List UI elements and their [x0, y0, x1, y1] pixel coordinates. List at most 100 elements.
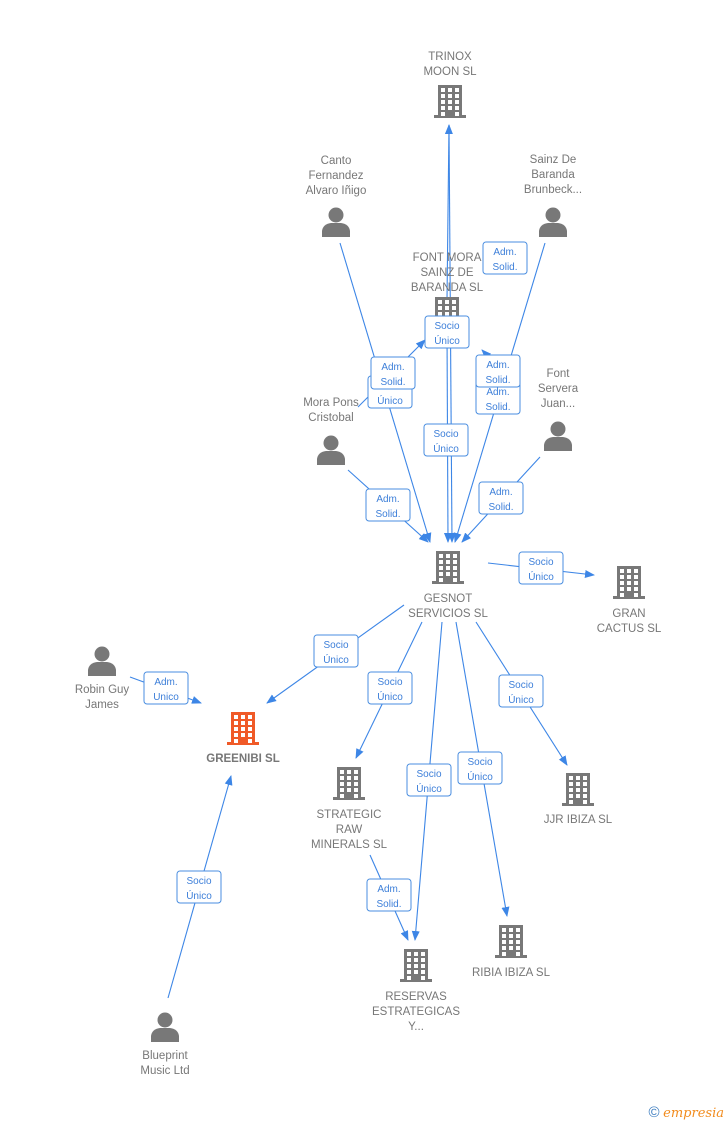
node-label: CACTUS SL: [597, 623, 662, 635]
edge-label[interactable]: Socio Único: [457, 751, 503, 785]
edge-label[interactable]: Socio Único: [176, 870, 222, 904]
edge-label[interactable]: Adm. Solid.: [370, 356, 416, 390]
node-label: Music Ltd: [140, 1065, 189, 1077]
node-gran[interactable]: GRAN CACTUS SL: [597, 566, 662, 635]
edge-label-text: Solid.: [488, 502, 513, 513]
edge-label-text: Único: [377, 690, 403, 703]
node-label: BARANDA SL: [411, 282, 484, 294]
brand-logo: empresia: [663, 1106, 724, 1121]
node-label: Y...: [408, 1021, 424, 1033]
node-label: Mora Pons: [303, 397, 359, 409]
node-reservas[interactable]: RESERVAS ESTRATEGICAS Y...: [372, 949, 460, 1033]
edge-label-text: Socio: [416, 769, 441, 780]
edge-label-text: Único: [186, 889, 212, 902]
person-icon: [539, 207, 567, 237]
node-label: JJR IBIZA SL: [544, 814, 613, 826]
edge-label[interactable]: Socio Único: [423, 423, 469, 457]
building-icon: [227, 712, 259, 745]
node-label: Servera: [538, 383, 579, 395]
edge-label-text: Único: [323, 653, 349, 666]
building-icon: [400, 949, 432, 982]
node-label: Blueprint: [142, 1050, 188, 1062]
edge-label-text: Unico: [153, 692, 179, 703]
node-label: STRATEGIC: [317, 809, 382, 821]
node-trinox[interactable]: TRINOX MOON SL: [423, 51, 477, 118]
node-jjr[interactable]: JJR IBIZA SL: [544, 773, 613, 826]
edge-label-text: Único: [467, 770, 493, 783]
edge-label[interactable]: Adm. Solid.: [365, 488, 411, 522]
node-label: GREENIBI SL: [206, 753, 279, 765]
node-label: MINERALS SL: [311, 839, 388, 851]
node-strategic[interactable]: STRATEGIC RAW MINERALS SL: [311, 767, 388, 851]
node-label: FONT MORA: [413, 252, 482, 264]
node-ribia[interactable]: RIBIA IBIZA SL: [472, 925, 551, 979]
node-label: RIBIA IBIZA SL: [472, 967, 551, 979]
node-label: James: [85, 699, 119, 711]
node-sainz[interactable]: Sainz De Baranda Brunbeck...: [524, 154, 582, 237]
building-icon: [495, 925, 527, 958]
edge-label-text: Socio: [467, 757, 492, 768]
edge-label-text: Adm.: [154, 677, 177, 688]
edge-label-text: Solid.: [380, 377, 405, 388]
node-label: SAINZ DE: [420, 267, 473, 279]
edge-label-text: Único: [416, 782, 442, 795]
node-label: SERVICIOS SL: [408, 608, 488, 620]
edge-label[interactable]: Adm. Solid.: [482, 241, 528, 275]
edge-label[interactable]: Socio Único: [498, 674, 544, 708]
edge-label-text: Socio: [528, 557, 553, 568]
node-label: MOON SL: [423, 66, 477, 78]
building-icon: [434, 85, 466, 118]
edge-label[interactable]: Socio Único: [367, 671, 413, 705]
node-label: Alvaro Iñigo: [306, 185, 367, 197]
node-label: Brunbeck...: [524, 184, 582, 196]
edge-label[interactable]: Adm. Solid.: [366, 878, 412, 912]
edge-label[interactable]: Adm. Solid.: [478, 481, 524, 515]
person-icon: [322, 207, 350, 237]
node-robin[interactable]: Robin Guy James: [75, 646, 130, 712]
person-icon: [544, 421, 572, 451]
building-icon: [333, 767, 365, 800]
node-fontservera[interactable]: Font Servera Juan...: [538, 368, 579, 451]
node-label: TRINOX: [428, 51, 472, 63]
building-icon: [613, 566, 645, 599]
footer-brand: © empresia: [648, 1104, 724, 1121]
edge-label-text: Socio: [508, 680, 533, 691]
edge-label-text: Adm.: [493, 247, 516, 258]
node-canto[interactable]: Canto Fernandez Alvaro Iñigo: [306, 155, 367, 237]
building-icon: [562, 773, 594, 806]
node-label: Font: [546, 368, 570, 380]
node-label: Baranda: [531, 169, 575, 181]
node-greenibi[interactable]: GREENIBI SL: [206, 712, 280, 765]
edge-label-text: Solid.: [375, 509, 400, 520]
edge-label-text: Único: [508, 693, 534, 706]
edge-label[interactable]: Socio Único: [518, 551, 564, 585]
edge-label-text: Adm.: [489, 487, 512, 498]
node-label: Cristobal: [308, 412, 353, 424]
node-label: ESTRATEGICAS: [372, 1006, 460, 1018]
node-label: Robin Guy: [75, 684, 130, 696]
edge-label-text: Solid.: [485, 402, 510, 413]
edge-label-text: Adm.: [486, 360, 509, 371]
edge-label-text: Solid.: [492, 262, 517, 273]
person-icon: [88, 646, 116, 676]
edge-label-text: Único: [528, 570, 554, 583]
edge-label-text: Adm.: [381, 362, 404, 373]
edge-label-text: Adm.: [376, 494, 399, 505]
edge-label[interactable]: Socio Único: [424, 315, 470, 349]
edge-label-text: Solid.: [376, 899, 401, 910]
node-mora[interactable]: Mora Pons Cristobal: [303, 397, 359, 465]
edge-label-text: Socio: [186, 876, 211, 887]
edge-label-text: Único: [433, 442, 459, 455]
edge-label[interactable]: Adm. Unico: [143, 671, 189, 705]
node-blueprint[interactable]: Blueprint Music Ltd: [140, 1012, 190, 1078]
person-icon: [151, 1012, 179, 1042]
edge-label[interactable]: Socio Único: [406, 763, 452, 797]
edge-label[interactable]: Adm. Solid.: [475, 354, 521, 388]
edge-label[interactable]: Socio Único: [313, 634, 359, 668]
edge-label-text: Único: [434, 334, 460, 347]
edge-label-text: Socio: [433, 429, 458, 440]
edge-label-text: Solid.: [485, 375, 510, 386]
node-gesnot[interactable]: GESNOT SERVICIOS SL: [408, 551, 488, 620]
network-diagram: TRINOX MOON SL Canto Fernandez Alvaro Iñigo S…: [75, 51, 662, 1078]
node-label: GRAN: [612, 608, 645, 620]
